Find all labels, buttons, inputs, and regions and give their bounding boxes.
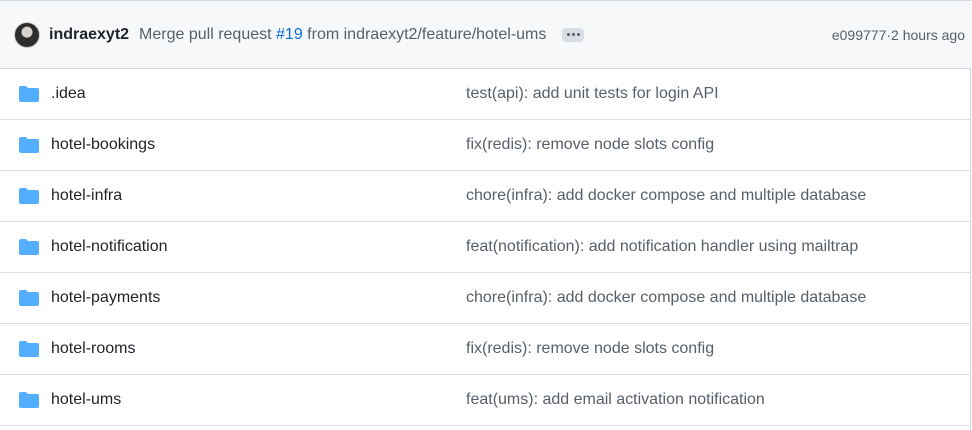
file-name-link[interactable]: hotel-ums bbox=[51, 391, 121, 409]
file-row[interactable]: hotel-infra chore(infra): add docker comp… bbox=[0, 171, 971, 222]
folder-icon bbox=[19, 341, 39, 357]
commit-author[interactable]: indraexyt2 bbox=[49, 26, 129, 44]
commit-message-link[interactable]: chore(infra): add docker compose and mul… bbox=[466, 289, 866, 307]
file-row[interactable]: .idea test(api): add unit tests for login… bbox=[0, 69, 971, 120]
folder-icon bbox=[19, 239, 39, 255]
commit-message-link[interactable]: feat(ums): add email activation notifica… bbox=[466, 391, 765, 409]
file-browser: indraexyt2 Merge pull request #19 from i… bbox=[0, 0, 971, 430]
folder-icon bbox=[19, 290, 39, 306]
latest-commit-bar: indraexyt2 Merge pull request #19 from i… bbox=[0, 1, 971, 69]
commit-message-link[interactable]: feat(notification): add notification han… bbox=[466, 238, 858, 256]
file-name-link[interactable]: hotel-notification bbox=[51, 238, 168, 256]
commit-message: Merge pull request #19 from indraexyt2/f… bbox=[139, 26, 546, 44]
author-avatar[interactable] bbox=[14, 21, 40, 48]
commit-message-link[interactable]: test(api): add unit tests for login API bbox=[466, 85, 719, 103]
commit-message-prefix[interactable]: Merge pull request bbox=[139, 26, 276, 43]
file-name-link[interactable]: hotel-bookings bbox=[51, 136, 155, 154]
commit-message-link[interactable]: fix(redis): remove node slots config bbox=[466, 340, 714, 358]
file-row[interactable]: hotel-payments chore(infra): add docker c… bbox=[0, 273, 971, 324]
file-name-link[interactable]: hotel-rooms bbox=[51, 340, 135, 358]
file-name-link[interactable]: hotel-infra bbox=[51, 187, 122, 205]
file-name-link[interactable]: .idea bbox=[51, 85, 86, 103]
commit-hash[interactable]: e099777 bbox=[832, 27, 887, 43]
commit-message-suffix[interactable]: from indraexyt2/feature/hotel-ums bbox=[303, 26, 546, 43]
file-row[interactable]: hotel-rooms fix(redis): remove node slots… bbox=[0, 324, 971, 375]
commit-meta: e099777 · 2 hours ago bbox=[832, 1, 965, 69]
expand-commit-button[interactable] bbox=[562, 27, 585, 42]
ellipsis-icon bbox=[566, 33, 570, 36]
file-row[interactable]: hotel-bookings fix(redis): remove node sl… bbox=[0, 120, 971, 171]
commit-message-link[interactable]: chore(infra): add docker compose and mul… bbox=[466, 187, 866, 205]
folder-icon bbox=[19, 137, 39, 153]
file-row[interactable]: hotel-notification feat(notification): ad… bbox=[0, 222, 971, 273]
folder-icon bbox=[19, 188, 39, 204]
commit-time: 2 hours ago bbox=[891, 27, 965, 43]
folder-icon bbox=[19, 392, 39, 408]
folder-icon bbox=[19, 86, 39, 102]
file-row[interactable]: hotel-ums feat(ums): add email activation… bbox=[0, 375, 971, 426]
pr-link[interactable]: #19 bbox=[276, 26, 303, 43]
commit-message-link[interactable]: fix(redis): remove node slots config bbox=[466, 136, 714, 154]
file-name-link[interactable]: hotel-payments bbox=[51, 289, 160, 307]
